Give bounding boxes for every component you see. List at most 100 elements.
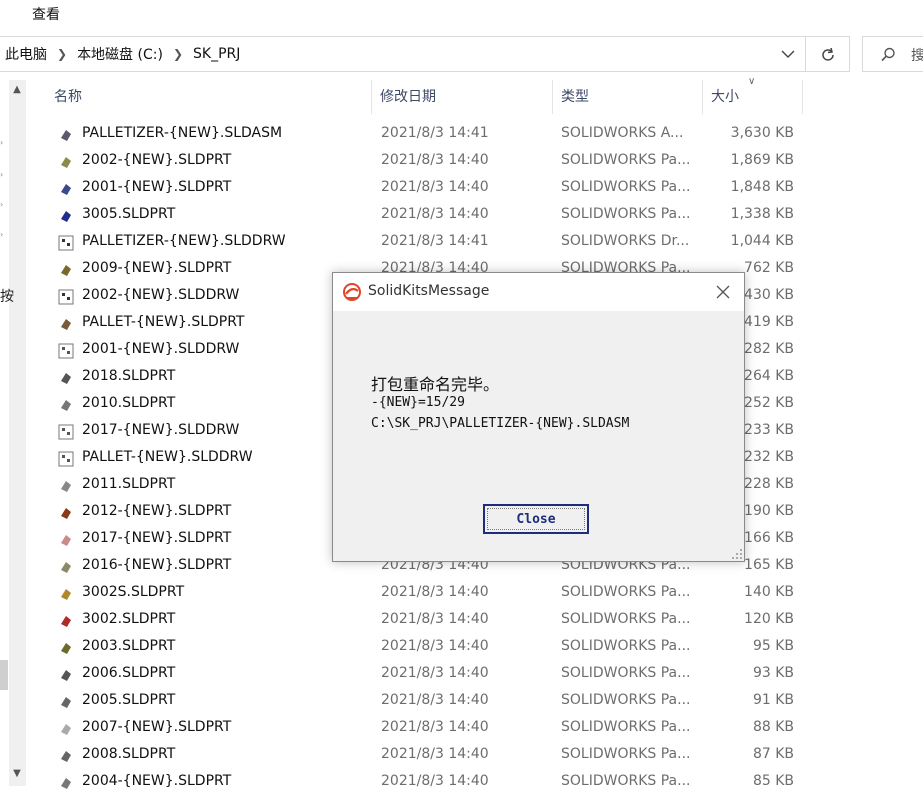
solidkits-message-dialog: SolidKitsMessage 打包重命名完毕。 -{NEW}=15/29 C… [332,272,745,562]
crumb-sk-prj[interactable]: SK_PRJ [187,46,246,62]
file-name[interactable]: 2003.SLDPRT [82,638,175,654]
table-row[interactable]: 3002.SLDPRT 2021/8/3 14:40 SOLIDWORKS Pa..… [0,607,923,634]
file-name[interactable]: 2017-{NEW}.SLDDRW [82,422,239,438]
table-row[interactable]: 2007-{NEW}.SLDPRT 2021/8/3 14:40 SOLIDWORK… [0,715,923,742]
file-name[interactable]: 2001-{NEW}.SLDPRT [82,179,231,195]
part-icon [58,640,74,656]
table-row[interactable]: PALLETIZER-{NEW}.SLDDRW 2021/8/3 14:41 SOL… [0,229,923,256]
menu-view[interactable]: 查看 [32,4,60,24]
file-name[interactable]: PALLETIZER-{NEW}.SLDASM [82,125,282,141]
file-name[interactable]: 3005.SLDPRT [82,206,175,222]
file-name[interactable]: 2008.SLDPRT [82,746,175,762]
file-modified: 2021/8/3 14:40 [381,611,489,627]
file-name[interactable]: 2004-{NEW}.SLDPRT [82,773,231,789]
table-row[interactable]: 3002S.SLDPRT 2021/8/3 14:40 SOLIDWORKS Pa.… [0,580,923,607]
file-name[interactable]: 2002-{NEW}.SLDPRT [82,152,231,168]
file-name[interactable]: 2018.SLDPRT [82,368,175,384]
crumb-this-pc[interactable]: 此电脑 [0,44,53,64]
file-name[interactable]: 2006.SLDPRT [82,665,175,681]
chevron-right-icon[interactable]: ❯ [169,47,187,61]
file-name[interactable]: PALLET-{NEW}.SLDPRT [82,314,244,330]
file-name[interactable]: 2009-{NEW}.SLDPRT [82,260,231,276]
file-type: SOLIDWORKS Pa... [561,746,691,762]
part-icon [58,370,74,386]
file-modified: 2021/8/3 14:40 [381,665,489,681]
table-row[interactable]: 2002-{NEW}.SLDPRT 2021/8/3 14:40 SOLIDWORK… [0,148,923,175]
file-modified: 2021/8/3 14:40 [381,179,489,195]
table-row[interactable]: 2006.SLDPRT 2021/8/3 14:40 SOLIDWORKS Pa..… [0,661,923,688]
file-name[interactable]: 2012-{NEW}.SLDPRT [82,503,231,519]
file-size: 95 KB [752,638,794,654]
file-name[interactable]: 2001-{NEW}.SLDDRW [82,341,239,357]
focus-ring [487,508,585,530]
file-size: 85 KB [752,773,794,789]
search-icon [881,47,895,62]
chevron-right-icon[interactable]: ❯ [53,47,71,61]
part-icon [58,316,74,332]
table-row[interactable]: 2001-{NEW}.SLDPRT 2021/8/3 14:40 SOLIDWORK… [0,175,923,202]
column-header-modified[interactable]: 修改日期 [372,80,553,114]
file-name[interactable]: 2005.SLDPRT [82,692,175,708]
table-row[interactable]: 2004-{NEW}.SLDPRT 2021/8/3 14:40 SOLIDWORK… [0,769,923,796]
file-type: SOLIDWORKS Pa... [561,206,691,222]
file-name[interactable]: 3002.SLDPRT [82,611,175,627]
file-name[interactable]: 3002S.SLDPRT [82,584,184,600]
search-input[interactable]: 搜 [862,36,923,72]
dialog-titlebar[interactable]: SolidKitsMessage [333,273,744,311]
file-size: 1,869 KB [730,152,794,168]
chevron-down-icon[interactable] [779,45,797,63]
table-row[interactable]: 2003.SLDPRT 2021/8/3 14:40 SOLIDWORKS Pa..… [0,634,923,661]
file-modified: 2021/8/3 14:41 [381,233,489,249]
file-modified: 2021/8/3 14:40 [381,719,489,735]
file-name[interactable]: PALLET-{NEW}.SLDDRW [82,449,253,465]
drawing-icon [58,451,74,467]
file-name[interactable]: 2007-{NEW}.SLDPRT [82,719,231,735]
search-placeholder: 搜 [911,48,923,64]
part-icon [58,694,74,710]
part-icon [58,478,74,494]
file-type: SOLIDWORKS Pa... [561,584,691,600]
table-row[interactable]: 3005.SLDPRT 2021/8/3 14:40 SOLIDWORKS Pa..… [0,202,923,229]
part-icon [58,586,74,602]
file-type: SOLIDWORKS Pa... [561,665,691,681]
file-type: SOLIDWORKS Pa... [561,611,691,627]
part-icon [58,613,74,629]
table-row[interactable]: 2008.SLDPRT 2021/8/3 14:40 SOLIDWORKS Pa..… [0,742,923,769]
file-size: 1,044 KB [730,233,794,249]
dialog-message: 打包重命名完毕。 -{NEW}=15/29 C:\SK_PRJ\PALLETIZ… [371,371,629,437]
sort-descending-icon: ∨ [748,76,756,87]
file-modified: 2021/8/3 14:40 [381,152,489,168]
file-size: 140 KB [744,584,794,600]
refresh-button[interactable] [806,36,850,72]
column-header-name[interactable]: 名称 [46,80,372,114]
column-headers: 名称 修改日期 类型 大小 [46,80,806,114]
drawing-icon [58,235,74,251]
close-icon[interactable] [712,281,734,303]
table-row[interactable]: PALLETIZER-{NEW}.SLDASM 2021/8/3 14:41 SOL… [0,121,923,148]
crumb-local-disk[interactable]: 本地磁盘 (C:) [71,44,169,64]
file-size: 3,630 KB [730,125,794,141]
file-type: SOLIDWORKS Pa... [561,179,691,195]
file-name[interactable]: PALLETIZER-{NEW}.SLDDRW [82,233,286,249]
resize-grip-icon[interactable] [732,549,742,559]
file-name[interactable]: 2011.SLDPRT [82,476,175,492]
dialog-title: SolidKitsMessage [368,283,490,299]
message-line: C:\SK_PRJ\PALLETIZER-{NEW}.SLDASM [371,416,630,431]
file-type: SOLIDWORKS Pa... [561,719,691,735]
file-size: 1,338 KB [730,206,794,222]
address-bar[interactable]: 此电脑 ❯ 本地磁盘 (C:) ❯ SK_PRJ [0,36,806,72]
table-row[interactable]: 2005.SLDPRT 2021/8/3 14:40 SOLIDWORKS Pa..… [0,688,923,715]
part-icon [58,262,74,278]
part-icon [58,559,74,575]
column-header-type[interactable]: 类型 [553,80,703,114]
file-name[interactable]: 2017-{NEW}.SLDPRT [82,530,231,546]
drawing-icon [58,424,74,440]
file-type: SOLIDWORKS A... [561,125,684,141]
close-button[interactable]: Close [483,504,589,534]
part-icon [58,721,74,737]
scroll-up-icon[interactable]: ▲ [11,84,23,96]
file-name[interactable]: 2010.SLDPRT [82,395,175,411]
file-name[interactable]: 2016-{NEW}.SLDPRT [82,557,231,573]
file-modified: 2021/8/3 14:40 [381,773,489,789]
file-name[interactable]: 2002-{NEW}.SLDDRW [82,287,239,303]
